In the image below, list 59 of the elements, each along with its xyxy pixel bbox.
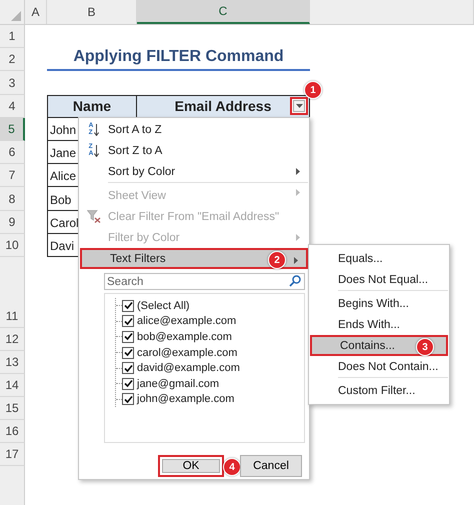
- checkbox[interactable]: [122, 346, 134, 359]
- row-header[interactable]: 12: [0, 328, 25, 351]
- row-header[interactable]: 3: [0, 71, 25, 95]
- checkbox[interactable]: [122, 362, 134, 374]
- step-badge: 3: [416, 338, 434, 356]
- filter-value[interactable]: john@example.com: [137, 393, 234, 406]
- checkbox[interactable]: [122, 300, 134, 312]
- column-header[interactable]: C: [137, 0, 310, 24]
- search-icon: [289, 275, 301, 287]
- row-header[interactable]: 5: [0, 118, 25, 141]
- dropdown-arrow-icon: [296, 104, 302, 108]
- filter-value[interactable]: jane@gmail.com: [137, 378, 220, 390]
- row-header[interactable]: 7: [0, 164, 25, 188]
- submenu-arrow-icon: [296, 189, 300, 196]
- row-header[interactable]: 10: [0, 234, 25, 257]
- row-header[interactable]: 16: [0, 420, 25, 443]
- cancel-button[interactable]: Cancel: [240, 455, 302, 477]
- step-badge: 2: [268, 251, 286, 269]
- table-header-cell: Email Address: [137, 94, 310, 118]
- row-header[interactable]: 9: [0, 210, 25, 234]
- menu-item[interactable]: Contains... 3: [310, 335, 448, 356]
- sheet-title: Applying FILTER Command: [73, 48, 284, 68]
- search-field[interactable]: Search: [104, 273, 305, 290]
- submenu-arrow-icon: [296, 168, 300, 175]
- step-badge: 4: [223, 458, 241, 476]
- row-header[interactable]: 17: [0, 442, 25, 466]
- submenu-arrow-icon: [294, 257, 298, 264]
- menu-item[interactable]: Text Filters 2: [80, 248, 308, 269]
- row-header[interactable]: 11: [0, 256, 25, 328]
- ok-button[interactable]: OK: [158, 455, 224, 477]
- filter-dropdown-button[interactable]: [290, 96, 308, 115]
- row-header[interactable]: 2: [0, 48, 25, 72]
- filter-value[interactable]: david@example.com: [137, 362, 240, 374]
- table-header-cell: Name: [47, 94, 137, 118]
- row-header[interactable]: 13: [0, 350, 25, 374]
- checkbox[interactable]: [122, 330, 134, 343]
- menu-item[interactable]: Ends With...: [310, 314, 448, 335]
- filter-value[interactable]: (Select All): [137, 300, 190, 312]
- row-header[interactable]: 14: [0, 374, 25, 397]
- row-header[interactable]: 6: [0, 140, 25, 164]
- triangle-icon: [11, 11, 21, 21]
- step-badge: 1: [304, 81, 322, 99]
- row-header[interactable]: 8: [0, 187, 25, 210]
- menu-item[interactable]: Does Not Equal...: [310, 269, 448, 290]
- filter-value[interactable]: alice@example.com: [137, 315, 236, 328]
- row-header: [0, 466, 25, 505]
- clear-filter-icon: [87, 210, 101, 223]
- checkbox[interactable]: [122, 393, 134, 406]
- checkbox[interactable]: [122, 315, 134, 328]
- filter-value[interactable]: bob@example.com: [137, 330, 232, 343]
- menu-item[interactable]: Equals...: [310, 248, 448, 269]
- row-header[interactable]: 1: [0, 25, 25, 48]
- menu-item[interactable]: Does Not Contain...: [310, 356, 448, 377]
- checkbox[interactable]: [122, 378, 134, 390]
- row-header[interactable]: 4: [0, 94, 25, 118]
- filter-value[interactable]: carol@example.com: [137, 346, 238, 359]
- submenu-arrow-icon: [296, 234, 300, 241]
- column-header[interactable]: A: [25, 0, 47, 24]
- row-header[interactable]: 15: [0, 396, 25, 420]
